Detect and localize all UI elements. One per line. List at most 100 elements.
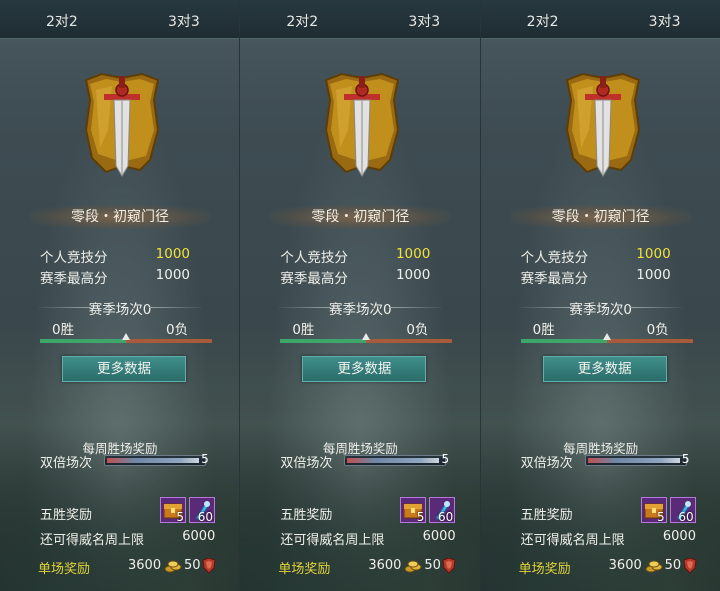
- single-reward-label: 单场奖励: [38, 562, 91, 577]
- double-matches-label: 双倍场次: [40, 456, 93, 471]
- season-matches-label: 赛季场次0: [569, 302, 632, 318]
- reward-item[interactable]: 5: [640, 497, 667, 524]
- wins-count: 0胜: [52, 322, 75, 338]
- losses-count: 0负: [166, 322, 189, 338]
- double-matches-label: 双倍场次: [520, 456, 573, 471]
- divider: [389, 307, 445, 308]
- ratio-marker-icon: [602, 333, 611, 340]
- fame-cap-value: 6000: [182, 529, 216, 544]
- reward-item[interactable]: 60: [669, 497, 696, 524]
- single-reward-fame: 50: [184, 558, 201, 573]
- season-best-label: 赛季最高分: [40, 271, 108, 287]
- rank-title: 零段・初窥门径: [510, 205, 691, 229]
- single-reward-label: 单场奖励: [518, 562, 571, 577]
- fame-cap-label: 还可得威名周上限: [40, 533, 145, 548]
- tab-2v2[interactable]: 2对2: [46, 11, 78, 31]
- mode-tabs: 2对2 3对3: [240, 0, 480, 39]
- season-matches-label: 赛季场次0: [88, 302, 152, 318]
- coin-pile-icon: [404, 560, 422, 573]
- ratio-marker-icon: [362, 333, 371, 340]
- losses-count: 0负: [646, 322, 669, 338]
- season-matches: 赛季场次0: [481, 298, 720, 318]
- season-best-value: 1000: [395, 267, 431, 283]
- more-data-button[interactable]: 更多数据: [542, 356, 667, 382]
- tab-2v2[interactable]: 2对2: [527, 11, 559, 31]
- five-win-reward-label: 五胜奖励: [280, 508, 333, 523]
- personal-score-value: 1000: [395, 246, 431, 262]
- double-matches-fill: [347, 458, 440, 463]
- season-matches: 赛季场次0: [0, 298, 239, 318]
- fame-cap-value: 6000: [422, 529, 456, 544]
- win-loss-bar: [280, 333, 453, 343]
- fame-cap-label: 还可得威名周上限: [280, 533, 385, 548]
- win-ratio-fill: [520, 339, 607, 343]
- tab-3v3[interactable]: 3对3: [408, 11, 440, 31]
- divider: [276, 307, 332, 308]
- fame-cap-value: 6000: [662, 529, 696, 544]
- rank-title: 零段・初窥门径: [270, 205, 451, 229]
- tab-2v2[interactable]: 2对2: [286, 11, 318, 31]
- rank-banner-sword-icon: [565, 72, 640, 177]
- single-reward-coins: 3600: [608, 558, 642, 573]
- season-matches: 赛季场次0: [240, 298, 479, 318]
- fame-shield-icon: [442, 558, 456, 574]
- single-reward-fame: 50: [664, 558, 682, 573]
- single-reward-fame: 50: [424, 558, 441, 573]
- double-matches-fill: [107, 458, 199, 463]
- fame-shield-icon: [683, 558, 697, 574]
- personal-score-label: 个人竞技分: [520, 250, 589, 266]
- single-reward-coins: 3600: [128, 558, 162, 573]
- item-count: 5: [176, 510, 184, 524]
- reward-item[interactable]: 5: [160, 497, 186, 524]
- arena-panel: 2对2 3对3 零段・初窥门径 个人竞技分 1000 赛季最高分 1000 赛季…: [480, 0, 720, 591]
- fame-cap-label: 还可得威名周上限: [520, 533, 625, 548]
- item-count: 60: [197, 510, 213, 524]
- season-best-value: 1000: [155, 267, 190, 283]
- mode-tabs: 2对2 3对3: [480, 0, 720, 39]
- divider: [516, 307, 572, 308]
- item-count: 60: [438, 510, 454, 524]
- fame-shield-icon: [202, 558, 216, 574]
- double-matches-count: 5: [677, 450, 695, 468]
- double-matches-count: 5: [196, 450, 214, 468]
- item-count: 5: [416, 510, 425, 524]
- wins-count: 0胜: [532, 322, 555, 338]
- five-win-reward-label: 五胜奖励: [40, 508, 93, 523]
- more-data-button[interactable]: 更多数据: [302, 356, 427, 382]
- double-matches-bar: [344, 455, 447, 466]
- personal-score-label: 个人竞技分: [280, 250, 348, 266]
- arena-panel: 2对2 3对3 零段・初窥门径 个人竞技分 1000 赛季最高分 1000 赛季…: [240, 0, 481, 591]
- mode-tabs: 2对2 3对3: [0, 0, 240, 39]
- reward-item[interactable]: 5: [400, 497, 427, 524]
- win-ratio-fill: [40, 339, 126, 343]
- win-ratio-fill: [280, 339, 367, 343]
- season-best-label: 赛季最高分: [520, 271, 589, 287]
- double-matches-bar: [104, 455, 206, 466]
- reward-item[interactable]: 60: [189, 497, 215, 524]
- losses-count: 0负: [406, 322, 429, 338]
- arena-screen: 2对2 3对3 零段・初窥门径 个人竞技分 1000 赛季最高分 1000 赛季…: [0, 0, 720, 591]
- more-data-button[interactable]: 更多数据: [62, 356, 186, 382]
- tab-3v3[interactable]: 3对3: [649, 11, 681, 31]
- ratio-marker-icon: [122, 333, 130, 340]
- win-loss-bar: [520, 333, 693, 343]
- double-matches-label: 双倍场次: [280, 456, 333, 471]
- single-reward-label: 单场奖励: [278, 562, 331, 577]
- rank-banner-sword-icon: [84, 72, 160, 177]
- personal-score-value: 1000: [636, 246, 671, 262]
- personal-score-label: 个人竞技分: [40, 250, 108, 266]
- divider: [629, 307, 685, 308]
- item-count: 5: [657, 510, 665, 524]
- divider: [149, 307, 204, 308]
- season-best-value: 1000: [636, 267, 671, 283]
- double-matches-count: 5: [436, 450, 454, 468]
- divider: [36, 307, 91, 308]
- tab-3v3[interactable]: 3对3: [168, 11, 200, 31]
- single-reward-coins: 3600: [368, 558, 402, 573]
- double-matches-bar: [584, 455, 687, 466]
- item-count: 60: [678, 510, 694, 524]
- season-best-label: 赛季最高分: [280, 271, 348, 287]
- double-matches-fill: [587, 458, 680, 463]
- reward-item[interactable]: 60: [429, 497, 456, 524]
- coin-pile-icon: [645, 560, 663, 573]
